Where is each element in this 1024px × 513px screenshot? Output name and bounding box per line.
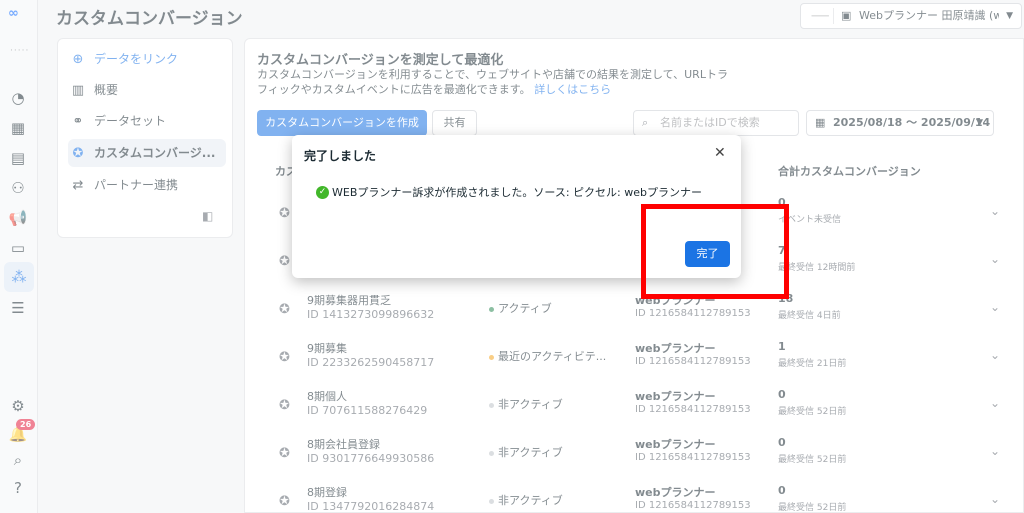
close-icon[interactable]: ✕ [714,145,726,161]
dialog-message: ✓ WEBプランナー訴求が作成されました。ソース: ピクセル: webプランナー [316,185,726,200]
dialog-title: 完了しました [304,149,377,163]
check-circle-icon: ✓ [316,186,329,199]
red-highlight-box [641,204,789,299]
dialog-message-text: WEBプランナー訴求が作成されました。ソース: ピクセル: webプランナー [332,186,702,199]
